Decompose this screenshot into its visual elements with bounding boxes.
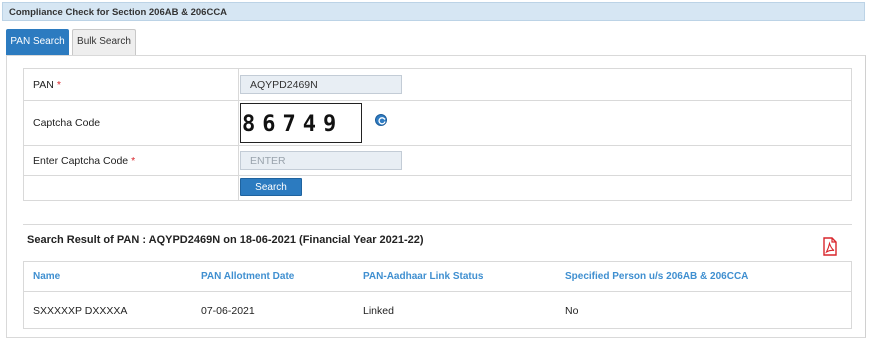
pan-input[interactable]: AQYPD2469N bbox=[240, 75, 402, 94]
search-button[interactable]: Search bbox=[240, 178, 302, 196]
empty-cell bbox=[24, 176, 239, 200]
tab-bulk-search[interactable]: Bulk Search bbox=[72, 29, 136, 55]
captcha-image: 86749 bbox=[240, 103, 362, 143]
column-header-link-status: PAN-Aadhaar Link Status bbox=[363, 271, 484, 282]
cell-specified-person: No bbox=[565, 305, 579, 317]
column-header-allotment-date: PAN Allotment Date bbox=[201, 271, 295, 282]
enter-captcha-row: Enter Captcha Code * ENTER bbox=[24, 146, 851, 176]
cell-name: SXXXXXP DXXXXA bbox=[33, 305, 128, 317]
pan-label-text: PAN bbox=[33, 78, 54, 91]
column-header-name: Name bbox=[33, 271, 61, 282]
refresh-icon[interactable] bbox=[375, 114, 387, 126]
cell-link-status: Linked bbox=[363, 305, 394, 317]
cell-allotment-date: 07-06-2021 bbox=[201, 305, 255, 317]
page-title: Compliance Check for Section 206AB & 206… bbox=[2, 2, 865, 21]
pan-label: PAN * bbox=[24, 69, 239, 100]
required-marker: * bbox=[56, 78, 61, 91]
submit-row: Search bbox=[24, 176, 851, 200]
table-row: SXXXXXP DXXXXA 07-06-2021 Linked No bbox=[24, 292, 851, 329]
enter-captcha-label: Enter Captcha Code * bbox=[24, 146, 239, 175]
captcha-row: Captcha Code 86749 bbox=[24, 101, 851, 146]
tab-pan-search[interactable]: PAN Search bbox=[6, 29, 69, 55]
pan-row: PAN * AQYPD2469N bbox=[24, 69, 851, 101]
enter-captcha-label-text: Enter Captcha Code bbox=[33, 154, 129, 167]
pan-search-form: PAN * AQYPD2469N Captcha Code 86749 Ente… bbox=[23, 68, 852, 201]
search-panel: PAN * AQYPD2469N Captcha Code 86749 Ente… bbox=[6, 55, 866, 338]
section-divider bbox=[23, 224, 852, 225]
captcha-label: Captcha Code bbox=[24, 101, 239, 145]
required-marker: * bbox=[131, 154, 136, 167]
search-result-title: Search Result of PAN : AQYPD2469N on 18-… bbox=[27, 234, 424, 246]
table-header: Name PAN Allotment Date PAN-Aadhaar Link… bbox=[24, 262, 851, 292]
pdf-icon[interactable] bbox=[822, 237, 838, 256]
column-header-specified-person: Specified Person u/s 206AB & 206CCA bbox=[565, 271, 749, 282]
search-result-table: Name PAN Allotment Date PAN-Aadhaar Link… bbox=[23, 261, 852, 329]
captcha-input[interactable]: ENTER bbox=[240, 151, 402, 170]
